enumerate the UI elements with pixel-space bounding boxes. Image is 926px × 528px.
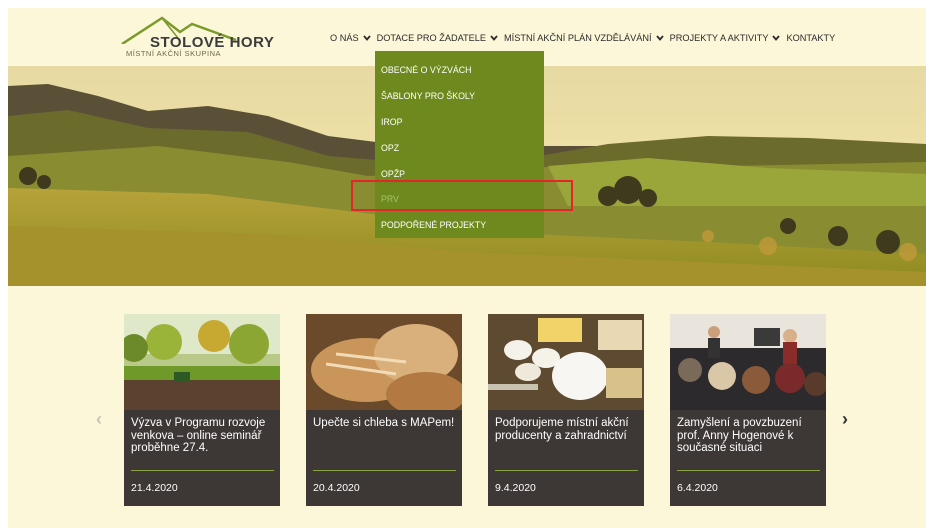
bread-photo <box>306 314 462 410</box>
nav-label: O NÁS <box>330 33 359 43</box>
news-card-date: 9.4.2020 <box>495 482 536 494</box>
nav-label: MÍSTNÍ AKČNÍ PLÁN VZDĚLÁVÁNÍ <box>504 33 652 43</box>
nav-label: KONTAKTY <box>786 33 836 43</box>
news-card[interactable]: Výzva v Programu rozvoje venkova – onlin… <box>124 314 280 506</box>
chevron-down-icon <box>490 35 498 41</box>
news-card-title: Upečte si chleba s MAPem! <box>313 417 455 429</box>
dropdown-item-podporene[interactable]: PODPOŘENÉ PROJEKTY <box>381 220 486 230</box>
news-card-title: Podporujeme místní akční producenty a za… <box>495 417 629 442</box>
news-card-title: Výzva v Programu rozvoje venkova – onlin… <box>131 417 266 454</box>
main-nav: O NÁS DOTACE PRO ŽADATELE MÍSTNÍ AKČNÍ P… <box>330 30 841 46</box>
news-card-date: 6.4.2020 <box>677 482 718 494</box>
nav-item-o-nas[interactable]: O NÁS <box>330 33 371 43</box>
nav-item-projekty[interactable]: PROJEKTY A AKTIVITY <box>670 33 781 43</box>
nav-label: PROJEKTY A AKTIVITY <box>669 33 769 43</box>
divider <box>313 470 456 471</box>
dropdown-item-obecne[interactable]: OBECNÉ O VÝZVÁCH <box>381 65 471 75</box>
news-card-date: 20.4.2020 <box>313 482 360 494</box>
news-carousel: ‹ Výzva v Programu rozvoje venkova – onl… <box>8 286 926 528</box>
news-card-date: 21.4.2020 <box>131 482 178 494</box>
dropdown-item-opzp[interactable]: OPŽP <box>381 169 405 179</box>
chevron-down-icon <box>655 35 664 41</box>
chevron-down-icon <box>772 35 781 41</box>
page: STOLOVÉ HORY MÍSTNÍ AKČNÍ SKUPINA O NÁS … <box>8 8 926 528</box>
eggs-milk-photo <box>488 314 644 410</box>
lecture-audience-photo <box>670 314 826 410</box>
highlight-box <box>351 180 573 211</box>
nav-item-dotace[interactable]: DOTACE PRO ŽADATELE <box>377 33 498 43</box>
logo-subtitle: MÍSTNÍ AKČNÍ SKUPINA <box>126 49 222 58</box>
divider <box>131 470 274 471</box>
dropdown-item-sablony[interactable]: ŠABLONY PRO ŠKOLY <box>381 91 475 101</box>
nav-item-kontakty[interactable]: KONTAKTY <box>786 33 835 43</box>
news-card[interactable]: Zamyšlení a povzbuzení prof. Anny Hogeno… <box>670 314 826 506</box>
divider <box>495 470 638 471</box>
divider <box>677 470 820 471</box>
logo[interactable]: STOLOVÉ HORY MÍSTNÍ AKČNÍ SKUPINA <box>118 14 274 60</box>
dropdown-item-opz[interactable]: OPZ <box>381 143 399 153</box>
dropdown-item-irop[interactable]: IROP <box>381 117 403 127</box>
nav-item-map[interactable]: MÍSTNÍ AKČNÍ PLÁN VZDĚLÁVÁNÍ <box>504 33 664 43</box>
news-card[interactable]: Upečte si chleba s MAPem! 20.4.2020 <box>306 314 462 506</box>
chevron-down-icon <box>362 35 371 41</box>
nav-label: DOTACE PRO ŽADATELE <box>376 33 487 43</box>
news-card-title: Zamyšlení a povzbuzení prof. Anny Hogeno… <box>677 417 802 454</box>
tractor-field-photo <box>124 314 280 410</box>
chevron-left-icon[interactable]: ‹ <box>96 409 102 430</box>
chevron-right-icon[interactable]: › <box>842 409 848 430</box>
news-card[interactable]: Podporujeme místní akční producenty a za… <box>488 314 644 506</box>
